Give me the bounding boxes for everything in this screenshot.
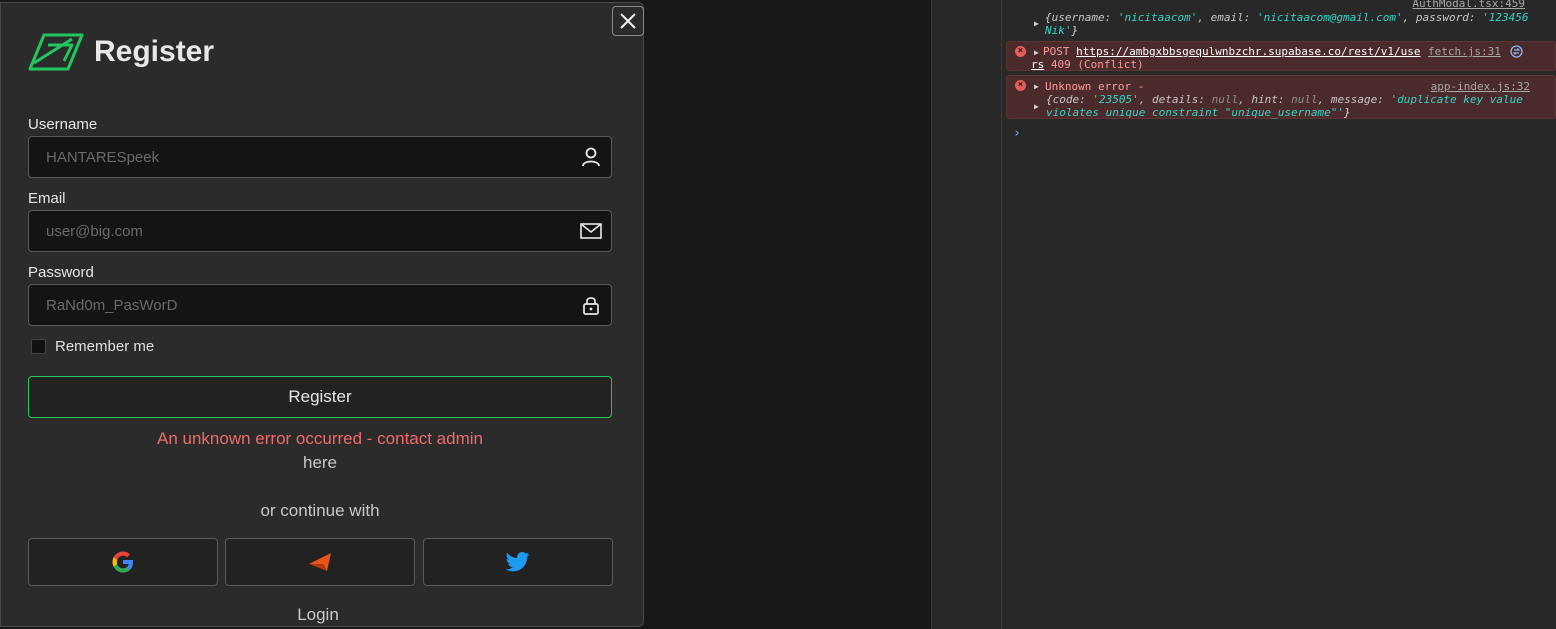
modal-title: Register — [94, 35, 215, 68]
source-link[interactable]: app-index.js:32 — [1431, 80, 1530, 93]
error-icon: × — [1015, 80, 1026, 91]
twitter-icon — [506, 552, 530, 572]
error-entry: × ▶ POST https://ambgxbbsgequlwnbzchr.su… — [1006, 41, 1556, 71]
arrow-logo-icon — [309, 553, 331, 571]
email-input[interactable] — [29, 211, 611, 251]
source-link[interactable]: AuthModal.tsx:459 — [1412, 0, 1525, 10]
lock-icon — [583, 297, 599, 315]
logo-icon — [28, 33, 84, 71]
google-login-button[interactable] — [28, 538, 218, 586]
response-status: 409 (Conflict) — [1050, 58, 1144, 71]
password-field-wrap — [28, 284, 612, 326]
mail-icon — [580, 223, 602, 239]
email-label: Email — [28, 190, 66, 207]
network-request-icon[interactable] — [1510, 45, 1523, 58]
remember-checkbox[interactable] — [31, 339, 46, 354]
error-title: Unknown error - — [1045, 80, 1145, 93]
error-message: An unknown error occurred - contact admi… — [157, 429, 483, 448]
expand-triangle-icon[interactable]: ▶ — [1034, 19, 1039, 28]
console-output: AuthModal.tsx:459 ▶ {username: 'nicitaac… — [1003, 0, 1556, 629]
error-entry: × ▶ Unknown error - app-index.js:32 ▶ {c… — [1006, 75, 1556, 119]
close-icon — [620, 13, 636, 29]
error-object-preview[interactable]: {code: '23505', details: null, hint: nul… — [1046, 93, 1523, 119]
username-label: Username — [28, 116, 98, 133]
remember-label: Remember me — [55, 338, 155, 355]
expand-triangle-icon[interactable]: ▶ — [1034, 102, 1039, 111]
username-input[interactable] — [29, 137, 611, 177]
gitlab-login-button[interactable] — [225, 538, 415, 586]
or-continue-text: or continue with — [260, 501, 380, 520]
password-label: Password — [28, 264, 94, 281]
remember-me: Remember me — [31, 338, 154, 355]
devtools-gutter — [1001, 0, 1002, 629]
expand-triangle-icon[interactable]: ▶ — [1034, 82, 1039, 91]
source-link[interactable]: fetch.js:31 — [1428, 45, 1501, 58]
error-icon: × — [1015, 46, 1026, 57]
request-method: POST — [1043, 45, 1070, 58]
brand: Register — [28, 33, 214, 71]
object-preview[interactable]: {username: 'nicitaacom', email: 'nicitaa… — [1045, 11, 1529, 37]
email-field-wrap — [28, 210, 612, 252]
password-input[interactable] — [29, 285, 611, 325]
console-prompt[interactable]: › — [1013, 126, 1021, 141]
user-icon — [582, 147, 600, 167]
contact-admin-link[interactable]: here — [28, 453, 612, 473]
stage: Register Username Email Password — [0, 0, 1556, 629]
twitter-login-button[interactable] — [423, 538, 613, 586]
login-link[interactable]: Login — [28, 605, 608, 625]
request-url[interactable]: https://ambgxbbsgequlwnbzchr.supabase.co… — [1076, 45, 1420, 58]
log-entry: AuthModal.tsx:459 ▶ {username: 'nicitaac… — [1003, 0, 1553, 40]
close-button[interactable] — [612, 6, 644, 36]
register-button[interactable]: Register — [28, 376, 612, 418]
google-icon — [112, 551, 133, 573]
username-field-wrap — [28, 136, 612, 178]
register-modal: Register Username Email Password — [0, 2, 644, 627]
